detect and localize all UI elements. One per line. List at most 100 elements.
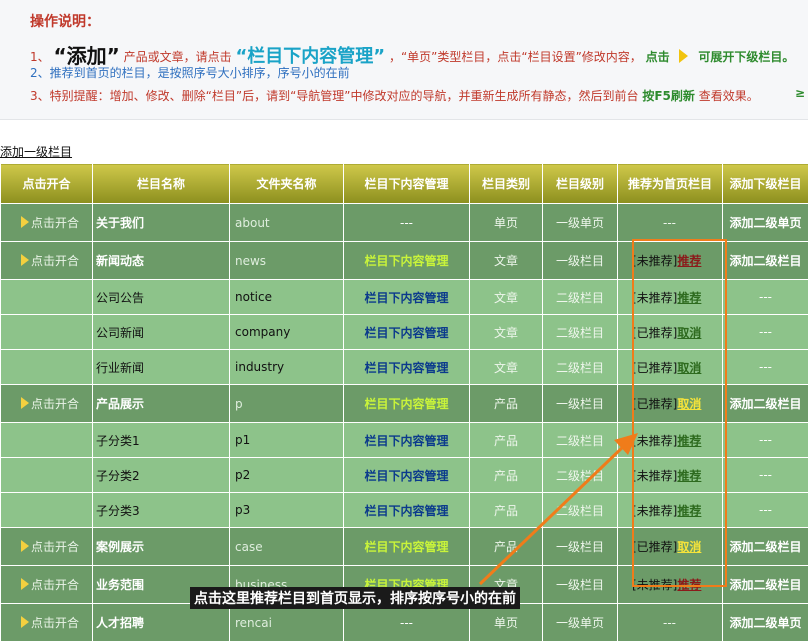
recommend-status: [未推荐] <box>632 291 677 305</box>
add-sub-cell[interactable]: 添加二级栏目 <box>723 242 808 280</box>
expand-arrow-icon[interactable] <box>21 616 29 628</box>
add-sub-link[interactable]: 添加二级单页 <box>729 616 801 630</box>
category-name: 人才招聘 <box>96 616 144 630</box>
recommend-action-link[interactable]: 推荐 <box>677 469 701 483</box>
content-cell[interactable]: 栏目下内容管理 <box>344 280 470 315</box>
toggle-cell[interactable]: 点击开合 <box>1 566 93 604</box>
level-cell: 一级栏目 <box>543 242 618 280</box>
expand-arrow-icon[interactable] <box>21 578 29 590</box>
recommend-action-link[interactable]: 推荐 <box>677 291 701 305</box>
toggle-label[interactable]: 点击开合 <box>31 616 79 630</box>
level-cell: 一级单页 <box>543 204 618 242</box>
toggle-cell <box>1 280 93 315</box>
header-level: 栏目级别 <box>543 164 618 204</box>
add-sub-link[interactable]: 添加二级栏目 <box>729 254 801 268</box>
add-sub-cell: --- <box>723 423 808 458</box>
table-header-row: 点击开合 栏目名称 文件夹名称 栏目下内容管理 栏目类别 栏目级别 推荐为首页栏… <box>1 164 808 204</box>
expand-arrow-icon[interactable] <box>21 397 29 409</box>
content-manage-link[interactable]: 栏目下内容管理 <box>364 397 448 411</box>
category-level: 二级栏目 <box>556 434 604 448</box>
category-name: 行业新闻 <box>96 361 144 375</box>
recommend-action-link[interactable]: 推荐 <box>677 504 701 518</box>
content-cell[interactable]: 栏目下内容管理 <box>344 315 470 350</box>
toggle-label[interactable]: 点击开合 <box>31 397 79 411</box>
content-cell[interactable]: 栏目下内容管理 <box>344 385 470 423</box>
content-cell[interactable]: 栏目下内容管理 <box>344 350 470 385</box>
kind-cell: 文章 <box>470 350 543 385</box>
content-manage-link[interactable]: 栏目下内容管理 <box>364 361 448 375</box>
content-manage-link[interactable]: 栏目下内容管理 <box>364 540 448 554</box>
header-kind: 栏目类别 <box>470 164 543 204</box>
level-cell: 二级栏目 <box>543 280 618 315</box>
category-level: 二级栏目 <box>556 504 604 518</box>
content-cell[interactable]: 栏目下内容管理 <box>344 493 470 528</box>
content-cell[interactable]: 栏目下内容管理 <box>344 242 470 280</box>
content-manage-link[interactable]: 栏目下内容管理 <box>364 469 448 483</box>
recommend-empty: --- <box>663 616 676 630</box>
add-top-category-link[interactable]: 添加一级栏目 <box>0 143 72 160</box>
add-sub-cell[interactable]: 添加二级栏目 <box>723 385 808 423</box>
toggle-label[interactable]: 点击开合 <box>31 578 79 592</box>
add-sub-link[interactable]: 添加二级栏目 <box>729 578 801 592</box>
content-cell[interactable]: 栏目下内容管理 <box>344 423 470 458</box>
toggle-cell <box>1 423 93 458</box>
instruction-text: ，“单页”类型栏目，点击“栏目设置”修改内容， <box>389 50 642 64</box>
recommend-action-link[interactable]: 推荐 <box>677 578 701 592</box>
recommend-cell: [已推荐]取消 <box>618 350 723 385</box>
content-manage-link[interactable]: 栏目下内容管理 <box>364 254 448 268</box>
category-kind: 产品 <box>494 397 518 411</box>
category-name: 子分类1 <box>96 434 140 448</box>
recommend-action-link[interactable]: 取消 <box>677 397 701 411</box>
add-sub-cell[interactable]: 添加二级栏目 <box>723 528 808 566</box>
folder-cell: p2 <box>230 458 344 493</box>
add-sub-link[interactable]: 添加二级单页 <box>729 216 801 230</box>
category-level: 一级栏目 <box>556 578 604 592</box>
toggle-cell[interactable]: 点击开合 <box>1 204 93 242</box>
level-cell: 一级栏目 <box>543 528 618 566</box>
add-sub-cell: --- <box>723 493 808 528</box>
table-row: 点击开合案例展示case栏目下内容管理产品一级栏目[已推荐]取消添加二级栏目 <box>1 528 808 566</box>
toggle-cell[interactable]: 点击开合 <box>1 242 93 280</box>
toggle-label[interactable]: 点击开合 <box>31 254 79 268</box>
add-sub-link[interactable]: 添加二级栏目 <box>729 397 801 411</box>
recommend-action-link[interactable]: 推荐 <box>677 254 701 268</box>
category-name: 关于我们 <box>96 216 144 230</box>
recommend-action-link[interactable]: 推荐 <box>677 434 701 448</box>
content-manage-link[interactable]: 栏目下内容管理 <box>364 291 448 305</box>
recommend-cell: [未推荐]推荐 <box>618 493 723 528</box>
expand-arrow-icon[interactable] <box>21 216 29 228</box>
expand-arrow-icon[interactable] <box>21 540 29 552</box>
content-manage-link[interactable]: 栏目下内容管理 <box>364 434 448 448</box>
category-name-cell: 公司新闻 <box>93 315 230 350</box>
header-content: 栏目下内容管理 <box>344 164 470 204</box>
category-name: 公司公告 <box>96 291 144 305</box>
toggle-label[interactable]: 点击开合 <box>31 540 79 554</box>
category-name-cell: 行业新闻 <box>93 350 230 385</box>
table-row: 公司公告notice栏目下内容管理文章二级栏目[未推荐]推荐--- <box>1 280 808 315</box>
click-keyword: 点击 <box>646 50 670 64</box>
content-cell[interactable]: 栏目下内容管理 <box>344 458 470 493</box>
recommend-action-link[interactable]: 取消 <box>677 326 701 340</box>
recommend-action-link[interactable]: 取消 <box>677 540 701 554</box>
table-row: 行业新闻industry栏目下内容管理文章二级栏目[已推荐]取消--- <box>1 350 808 385</box>
expand-arrow-icon[interactable] <box>21 254 29 266</box>
recommend-cell: --- <box>618 204 723 242</box>
table-row: 点击开合关于我们about---单页一级单页---添加二级单页 <box>1 204 808 242</box>
toggle-label[interactable]: 点击开合 <box>31 216 79 230</box>
recommend-action-link[interactable]: 取消 <box>677 361 701 375</box>
add-sub-cell[interactable]: 添加二级单页 <box>723 204 808 242</box>
category-name: 子分类3 <box>96 504 140 518</box>
content-manage-link[interactable]: 栏目下内容管理 <box>364 504 448 518</box>
expand-text: 可展开下级栏目。 <box>698 50 794 64</box>
kind-cell: 文章 <box>470 315 543 350</box>
add-sub-cell[interactable]: 添加二级栏目 <box>723 566 808 604</box>
content-cell[interactable]: 栏目下内容管理 <box>344 528 470 566</box>
content-manage-link[interactable]: 栏目下内容管理 <box>364 326 448 340</box>
category-kind: 文章 <box>494 254 518 268</box>
recommend-cell: [已推荐]取消 <box>618 528 723 566</box>
folder-name: p3 <box>235 503 250 517</box>
toggle-cell[interactable]: 点击开合 <box>1 528 93 566</box>
add-sub-link[interactable]: 添加二级栏目 <box>729 540 801 554</box>
toggle-cell[interactable]: 点击开合 <box>1 385 93 423</box>
folder-name: p1 <box>235 433 250 447</box>
